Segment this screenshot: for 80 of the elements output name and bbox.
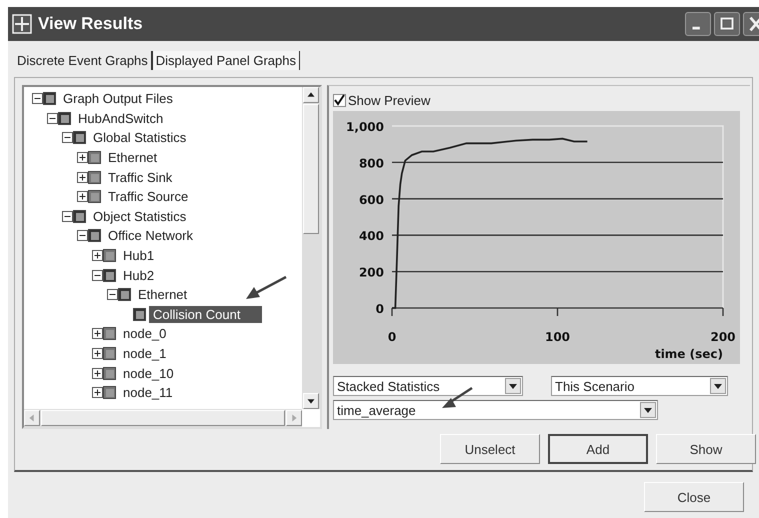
dropdown[interactable]: This Scenario [551,376,728,396]
x-tick-label: 200 [710,330,736,344]
node-icon [103,386,116,400]
node-icon [73,131,86,144]
y-tick-label: 600 [358,192,384,207]
collapse-icon[interactable] [32,93,43,104]
collapse-icon[interactable] [62,132,73,144]
tree-item[interactable]: Hub1 [119,247,158,264]
node-icon [103,366,116,380]
node-icon [58,112,71,125]
dialog-button[interactable]: Unselect [440,434,540,464]
tree-item[interactable]: Collision Count [149,306,262,323]
x-axis-label: time (sec) [654,347,723,361]
node-icon [88,190,101,204]
window-title: View Results [38,14,144,34]
node-icon [88,170,101,184]
close-button[interactable]: Close [644,482,744,512]
expand-icon[interactable] [92,368,103,379]
collapse-icon[interactable] [62,210,73,222]
x-tick-label: 0 [388,330,396,344]
tree-item[interactable]: Ethernet [104,149,162,166]
scrollbar-thumb[interactable] [303,104,319,234]
node-icon [103,249,116,262]
node-icon [118,288,131,302]
scroll-left-icon[interactable] [24,410,40,426]
collapse-icon[interactable] [92,270,103,281]
window-icon [12,14,32,34]
scrollbar-thumb[interactable] [41,410,285,426]
expand-icon[interactable] [92,250,103,262]
minimize-icon[interactable] [685,12,711,36]
collapse-icon[interactable] [77,230,88,242]
node-icon [133,308,146,321]
tree-item[interactable]: node_0 [119,325,170,342]
node-icon [43,92,56,106]
dialog-button[interactable]: Add [548,434,648,464]
expand-icon[interactable] [92,328,103,340]
dropdown[interactable]: Stacked Statistics [333,376,523,396]
expand-icon[interactable] [77,191,88,202]
node-icon [88,151,101,164]
tree-item[interactable]: Object Statistics [89,208,190,225]
pointer-arrow-icon [440,386,474,410]
tree-item[interactable]: node_1 [119,345,170,362]
tree-item[interactable]: Office Network [104,227,198,244]
tree-item[interactable]: node_10 [119,364,178,382]
pointer-arrow-icon [244,275,288,301]
tree-item[interactable]: Global Statistics [89,129,190,146]
tree-item[interactable]: HubAndSwitch [74,110,168,127]
node-icon [103,268,116,282]
tree-item[interactable]: Graph Output Files [59,90,177,108]
expand-icon[interactable] [77,152,88,164]
expand-icon[interactable] [92,348,103,360]
node-icon [73,210,86,223]
collapse-icon[interactable] [47,112,58,124]
y-tick-label: 400 [358,229,384,244]
y-tick-label: 1,000 [346,120,384,134]
horizontal-scrollbar[interactable] [24,409,302,427]
scroll-down-icon[interactable] [303,393,319,409]
node-icon [103,327,116,340]
tree-item[interactable]: Traffic Sink [104,168,176,186]
y-tick-label: 800 [358,156,384,170]
node-icon [88,229,101,242]
expand-icon[interactable] [92,387,103,398]
dialog-button[interactable]: Show [656,434,756,464]
expand-icon[interactable] [77,172,88,183]
tree-item[interactable]: node_11 [119,384,177,402]
scroll-up-icon[interactable] [303,87,319,103]
vertical-scrollbar[interactable] [302,87,320,409]
tab[interactable]: Displayed Panel Graphs [152,50,300,70]
tree-item[interactable]: Ethernet [134,286,192,304]
checkbox[interactable] [333,94,346,106]
dropdown[interactable]: time_average [333,400,658,420]
checkbox-label: Show Preview [348,92,430,108]
y-tick-label: 200 [358,266,384,280]
maximize-icon[interactable] [714,12,740,36]
tree-item[interactable]: Traffic Source [104,188,192,206]
x-tick-label: 100 [544,330,570,344]
tree-item[interactable]: Hub2 [119,266,158,284]
y-tick-label: 0 [376,302,384,316]
collapse-icon[interactable] [107,289,118,300]
node-icon [103,347,116,360]
